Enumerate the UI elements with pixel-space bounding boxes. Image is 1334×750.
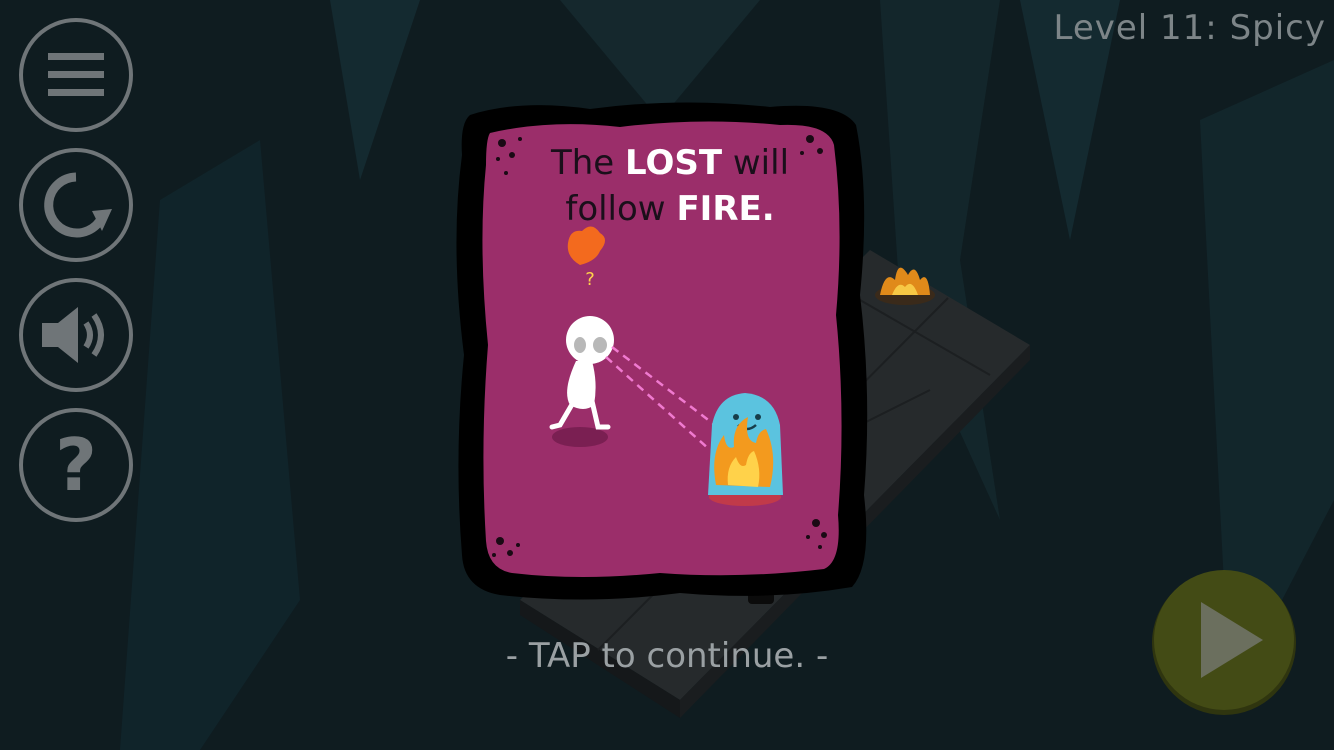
speaker-icon — [42, 307, 104, 363]
sound-button[interactable] — [19, 278, 133, 392]
tutorial-line-1: The LOST will — [480, 140, 860, 186]
ghost-fire-icon — [708, 393, 783, 506]
level-title: Level 11: Spicy — [1053, 8, 1326, 48]
tutorial-word: The — [550, 143, 615, 183]
tutorial-highlight-lost: LOST — [625, 143, 723, 183]
tap-to-continue-prompt[interactable]: - TAP to continue. - — [0, 636, 1334, 676]
restart-icon — [44, 172, 112, 238]
tutorial-highlight-fire: FIRE. — [676, 189, 775, 229]
tutorial-card-text: The LOST will follow FIRE. — [480, 140, 860, 232]
restart-button[interactable] — [19, 148, 133, 262]
question-mark-icon: ? — [55, 423, 97, 507]
tutorial-word: will — [732, 143, 790, 183]
help-button[interactable]: ? — [19, 408, 133, 522]
question-icon: ? — [585, 269, 595, 290]
menu-button[interactable] — [19, 18, 133, 132]
hamburger-menu-icon — [48, 53, 104, 96]
tutorial-line-2: follow FIRE. — [480, 186, 860, 232]
tutorial-word: follow — [565, 189, 666, 229]
